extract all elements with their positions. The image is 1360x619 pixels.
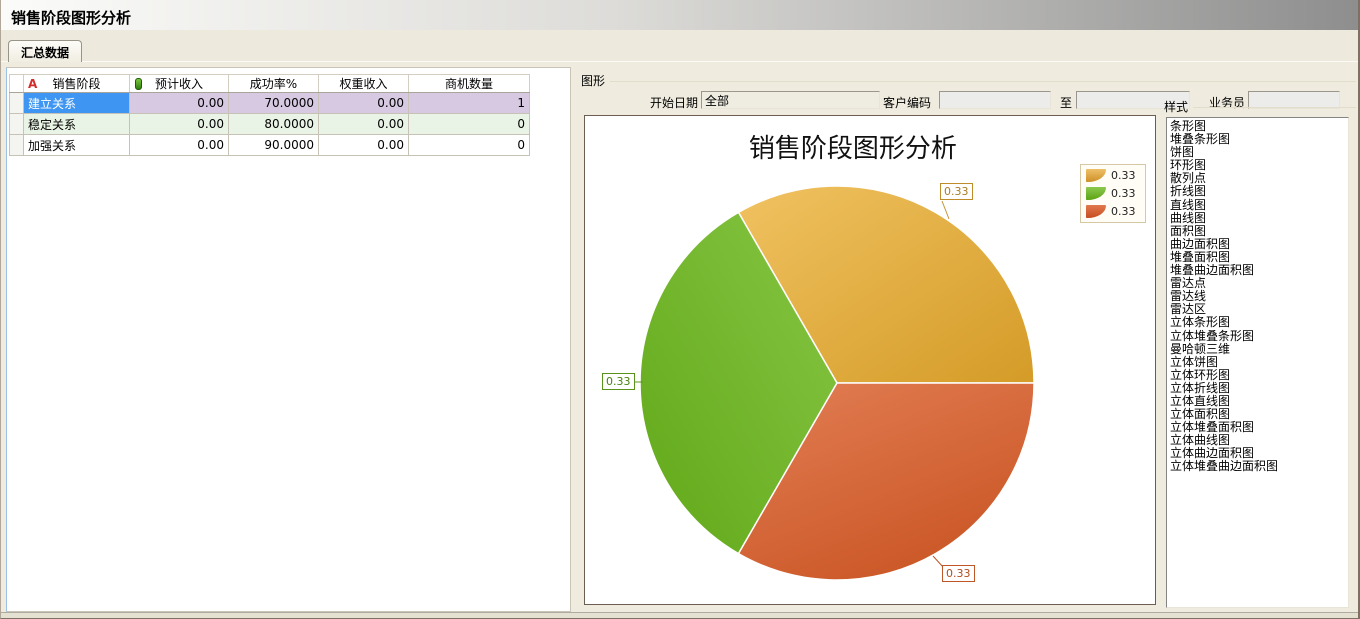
graph-group-label: 图形	[581, 72, 610, 89]
customer-code-label: 客户编码	[883, 94, 936, 111]
styles-groupbox: 样式 条形图 堆叠条形图 饼图 环形图 散列点 折线图 直线图 曲线图 面积图 …	[1161, 98, 1357, 612]
pie-chart	[585, 116, 1157, 606]
chart-legend: 0.33 0.33 0.33	[1080, 164, 1146, 223]
app-window: 销售阶段图形分析 汇总数据 A 销售阶段 预计收入 成功率% 权重收入 商机数量	[0, 0, 1360, 619]
summary-table: A 销售阶段 预计收入 成功率% 权重收入 商机数量 建立关系 0.00 70.…	[9, 74, 530, 156]
table-row[interactable]: 稳定关系 0.00 80.0000 0.00 0	[10, 114, 530, 135]
style-option[interactable]: 曲线图	[1170, 212, 1348, 225]
row-selector[interactable]	[10, 114, 24, 135]
slice-value-label: 0.33	[940, 183, 973, 200]
style-option[interactable]: 折线图	[1170, 185, 1348, 198]
cell-weighted[interactable]: 0.00	[319, 93, 409, 114]
group-rule	[1193, 107, 1356, 108]
col-header-expected[interactable]: 预计收入	[130, 75, 229, 93]
pie-chart-panel: 销售阶段图形分析	[584, 115, 1156, 605]
row-selector[interactable]	[10, 93, 24, 114]
chart-style-listbox[interactable]: 条形图 堆叠条形图 饼图 环形图 散列点 折线图 直线图 曲线图 面积图 曲边面…	[1166, 117, 1349, 608]
cell-success[interactable]: 80.0000	[229, 114, 319, 135]
style-option[interactable]: 立体折线图	[1170, 382, 1348, 395]
cell-expected[interactable]: 0.00	[130, 93, 229, 114]
row-selector-header	[10, 75, 24, 93]
cell-success[interactable]: 90.0000	[229, 135, 319, 156]
title-bar: 销售阶段图形分析	[1, 0, 1358, 30]
cell-stage[interactable]: 稳定关系	[24, 114, 130, 135]
start-date-input[interactable]	[701, 91, 880, 109]
style-option[interactable]: 立体条形图	[1170, 316, 1348, 329]
cell-stage[interactable]: 加强关系	[24, 135, 130, 156]
text-type-icon: A	[28, 77, 37, 91]
start-date-label: 开始日期	[599, 94, 698, 111]
col-header-count[interactable]: 商机数量	[409, 75, 530, 93]
cell-success[interactable]: 70.0000	[229, 93, 319, 114]
customer-code-input[interactable]	[939, 91, 1051, 109]
cell-count[interactable]: 0	[409, 114, 530, 135]
cell-count[interactable]: 0	[409, 135, 530, 156]
style-option[interactable]: 面积图	[1170, 225, 1348, 238]
style-option[interactable]: 立体堆叠条形图	[1170, 330, 1348, 343]
style-option[interactable]: 堆叠条形图	[1170, 133, 1348, 146]
style-option[interactable]: 立体环形图	[1170, 369, 1348, 382]
to-label: 至	[1060, 94, 1074, 111]
tab-strip: 汇总数据	[1, 30, 1358, 62]
group-rule	[610, 81, 1356, 82]
cell-expected[interactable]: 0.00	[130, 114, 229, 135]
legend-swatch-red-icon	[1086, 205, 1106, 218]
style-option[interactable]: 立体堆叠曲边面积图	[1170, 460, 1348, 473]
legend-item: 0.33	[1086, 169, 1140, 182]
cell-count[interactable]: 1	[409, 93, 530, 114]
bottom-bar	[1, 612, 1358, 619]
cell-expected[interactable]: 0.00	[130, 135, 229, 156]
numeric-type-icon	[135, 78, 142, 90]
legend-swatch-gold-icon	[1086, 169, 1106, 182]
window-title: 销售阶段图形分析	[11, 7, 131, 28]
slice-value-label: 0.33	[942, 565, 975, 582]
col-header-success[interactable]: 成功率%	[229, 75, 319, 93]
styles-group-label: 样式	[1164, 98, 1193, 115]
cell-weighted[interactable]: 0.00	[319, 114, 409, 135]
style-option[interactable]: 曲边面积图	[1170, 238, 1348, 251]
cell-stage-selected[interactable]: 建立关系	[24, 93, 130, 114]
legend-item: 0.33	[1086, 205, 1140, 218]
tab-summary-data[interactable]: 汇总数据	[8, 40, 82, 62]
style-option[interactable]: 直线图	[1170, 199, 1348, 212]
col-header-weighted[interactable]: 权重收入	[319, 75, 409, 93]
slice-value-label: 0.33	[602, 373, 635, 390]
legend-swatch-green-icon	[1086, 187, 1106, 200]
col-header-stage[interactable]: A 销售阶段	[24, 75, 130, 93]
table-row[interactable]: 加强关系 0.00 90.0000 0.00 0	[10, 135, 530, 156]
style-option[interactable]: 曼哈顿三维	[1170, 343, 1348, 356]
legend-item: 0.33	[1086, 187, 1140, 200]
row-selector[interactable]	[10, 135, 24, 156]
table-header-row: A 销售阶段 预计收入 成功率% 权重收入 商机数量	[10, 75, 530, 93]
cell-weighted[interactable]: 0.00	[319, 135, 409, 156]
summary-table-panel: A 销售阶段 预计收入 成功率% 权重收入 商机数量 建立关系 0.00 70.…	[6, 67, 571, 612]
style-option[interactable]: 立体饼图	[1170, 356, 1348, 369]
table-row[interactable]: 建立关系 0.00 70.0000 0.00 1	[10, 93, 530, 114]
